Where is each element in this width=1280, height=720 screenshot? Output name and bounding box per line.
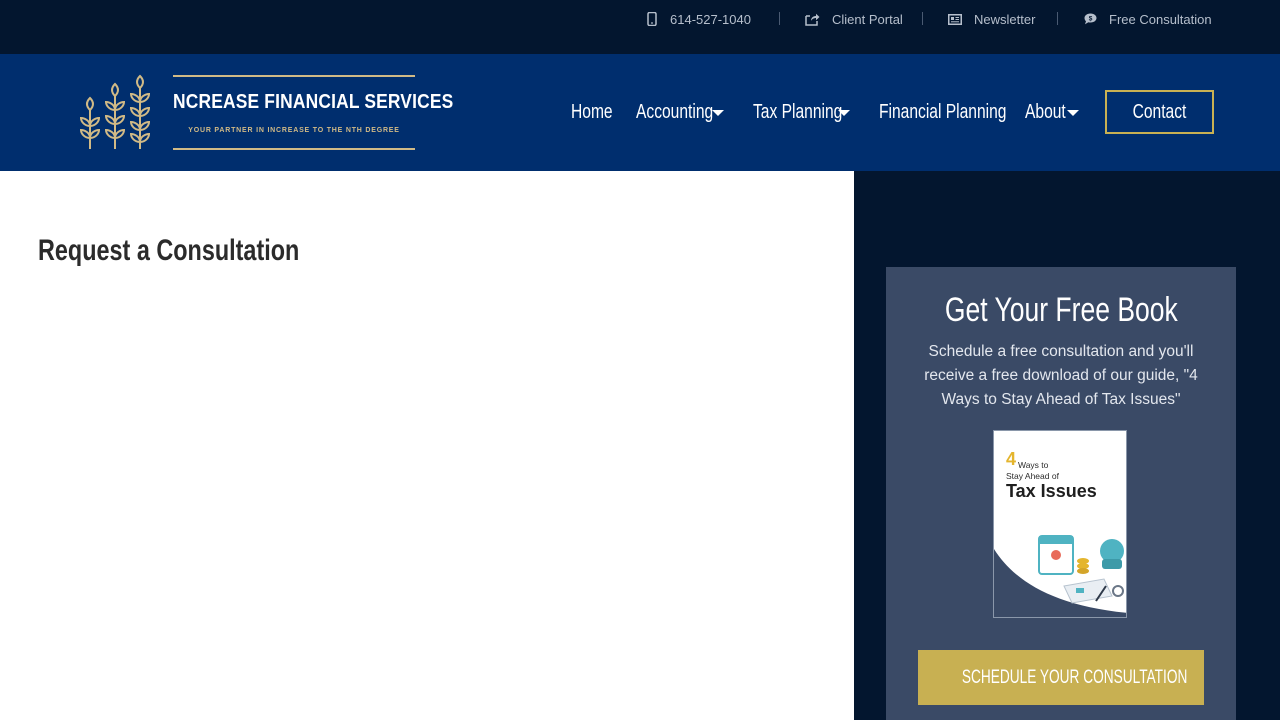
utility-bar: 614-527-1040 Client Portal Newsletter $ … (0, 0, 1280, 54)
divider (1057, 12, 1058, 25)
divider (922, 12, 923, 25)
logo-wordmark: NCREASE FINANCIAL SERVICES YOUR PARTNER … (173, 75, 454, 150)
schedule-consultation-button[interactable]: SCHEDULE YOUR CONSULTATION (918, 650, 1204, 705)
client-portal-label: Client Portal (832, 11, 903, 27)
chevron-down-icon (838, 110, 850, 116)
main-navbar: NCREASE FINANCIAL SERVICES YOUR PARTNER … (0, 54, 1280, 171)
newsletter-label: Newsletter (974, 11, 1036, 27)
chevron-down-icon (712, 110, 724, 116)
page-title: Request a Consultation (38, 234, 300, 267)
mobile-phone-icon (647, 12, 657, 26)
logo-tagline: YOUR PARTNER IN INCREASE TO THE NTH DEGR… (188, 127, 400, 134)
newsletter-link[interactable]: Newsletter (948, 0, 1035, 38)
chat-dollar-icon: $ (1084, 13, 1097, 25)
nav-about-label: About (1025, 101, 1066, 123)
nav-about[interactable]: About (1025, 98, 1079, 126)
nav-financial-planning[interactable]: Financial Planning (879, 98, 1042, 126)
contact-button[interactable]: Contact (1105, 90, 1214, 134)
logo-name: NCREASE FINANCIAL SERVICES (173, 91, 454, 113)
client-portal-link[interactable]: Client Portal (805, 0, 903, 38)
finance-illustration (994, 535, 1126, 617)
nav-accounting[interactable]: Accounting (636, 98, 735, 126)
free-consultation-link[interactable]: $ Free Consultation (1084, 0, 1212, 38)
wheat-stalks-icon (79, 74, 151, 149)
nav-tax-planning-label: Tax Planning (753, 101, 843, 123)
divider (779, 12, 780, 25)
promo-description: Schedule a free consultation and you'll … (924, 343, 1198, 408)
share-icon (805, 13, 820, 26)
book-cover-image: 4 Ways to Stay Ahead of Tax Issues (993, 430, 1127, 618)
nav-accounting-label: Accounting (636, 101, 714, 123)
schedule-consultation-label: SCHEDULE YOUR CONSULTATION (961, 667, 1188, 688)
free-consultation-label: Free Consultation (1109, 11, 1212, 27)
newspaper-icon (948, 13, 962, 25)
nav-financial-planning-label: Financial Planning (879, 101, 1007, 123)
nav-tax-planning[interactable]: Tax Planning (753, 98, 868, 126)
nav-home[interactable]: Home (571, 98, 624, 126)
phone-link[interactable]: 614-527-1040 (646, 0, 751, 38)
contact-button-label: Contact (1132, 101, 1187, 123)
svg-text:$: $ (1089, 15, 1093, 22)
nav-home-label: Home (571, 101, 613, 123)
promo-title: Get Your Free Book (886, 291, 1236, 330)
phone-number: 614-527-1040 (670, 11, 751, 27)
chevron-down-icon (1067, 110, 1079, 116)
promo-title-text: Get Your Free Book (944, 291, 1178, 329)
